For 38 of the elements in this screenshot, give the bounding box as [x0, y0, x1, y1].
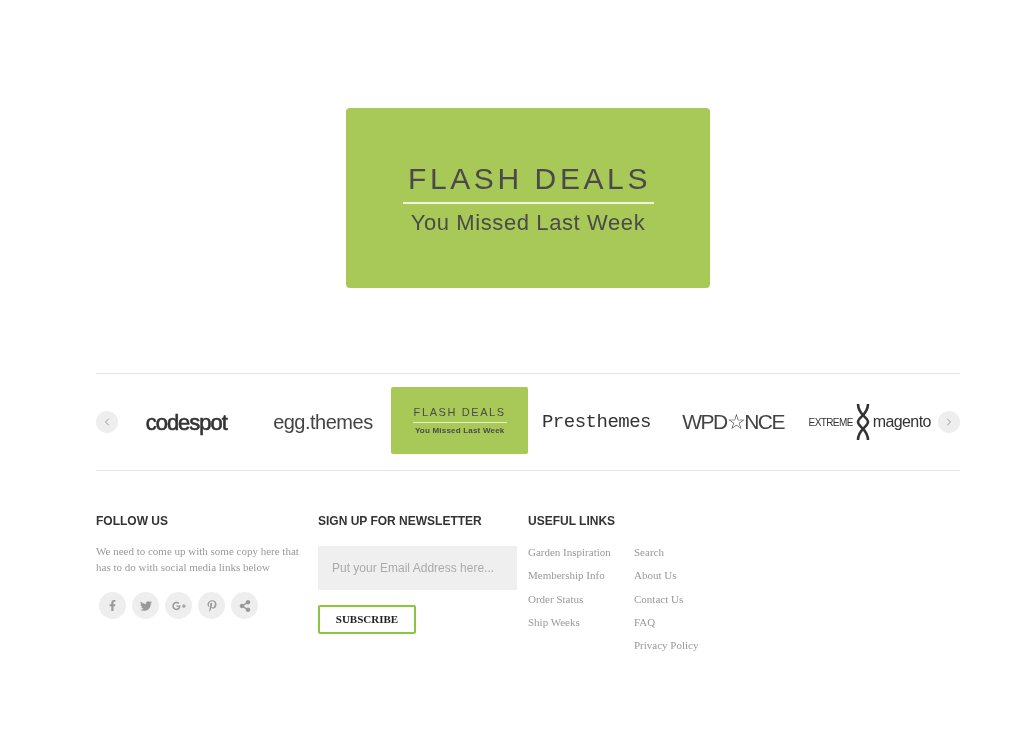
- brand-logo[interactable]: WPD☆NCE: [682, 406, 784, 438]
- footer-link[interactable]: Privacy Policy: [634, 634, 699, 658]
- banner-subtitle: You Missed Last Week: [410, 210, 646, 236]
- footer-link[interactable]: Membership Info: [528, 564, 605, 588]
- social-button[interactable]: [231, 592, 258, 619]
- previous-button[interactable]: [96, 411, 118, 433]
- brand-logo[interactable]: egg.themes: [273, 407, 373, 437]
- footer-link[interactable]: Order Status: [528, 587, 584, 611]
- next-button[interactable]: [937, 411, 960, 433]
- social-button[interactable]: [99, 592, 126, 619]
- section-heading: SIGN UP FOR NEWSLETTER: [318, 513, 482, 529]
- section-text: We need to come up with some copy here that has to do with social media links below: [96, 544, 300, 575]
- crossed-ribbon-icon: [854, 403, 871, 441]
- logo-subtitle: You Missed Last Week: [414, 425, 505, 436]
- footer-link[interactable]: About Us: [634, 564, 677, 588]
- brand-logo[interactable]: codespot: [145, 405, 227, 439]
- footer-link[interactable]: Contact Us: [634, 587, 684, 611]
- social-button[interactable]: [165, 592, 192, 619]
- bird-icon: [139, 599, 152, 612]
- banner-title: FLASH DEALS: [408, 162, 651, 196]
- section-heading: USEFUL LINKS: [528, 513, 616, 529]
- footer-link[interactable]: FAQ: [634, 610, 656, 635]
- logo-text[interactable]: EXTREME: [808, 414, 853, 430]
- logo-title: FLASH DEALS: [413, 405, 506, 419]
- social-button[interactable]: [198, 592, 225, 619]
- logo-text[interactable]: magento: [872, 410, 931, 434]
- promo-logo-card[interactable]: FLASH DEALS You Missed Last Week: [391, 387, 529, 454]
- subscribe-button[interactable]: SUBSCRIBE: [318, 605, 416, 634]
- footer-link[interactable]: Ship Weeks: [528, 610, 580, 635]
- footer-link[interactable]: Search: [634, 541, 664, 565]
- email-field[interactable]: Put your Email Address here...: [318, 546, 517, 590]
- share-icon: [238, 599, 251, 612]
- footer-link[interactable]: Garden Inspiration: [528, 541, 611, 565]
- brand-logo[interactable]: Presthemes: [541, 407, 651, 437]
- section-heading: FOLLOW US: [96, 513, 168, 529]
- pinterest-icon: [205, 599, 218, 612]
- facebook-icon: [107, 600, 118, 611]
- social-button[interactable]: [132, 592, 159, 619]
